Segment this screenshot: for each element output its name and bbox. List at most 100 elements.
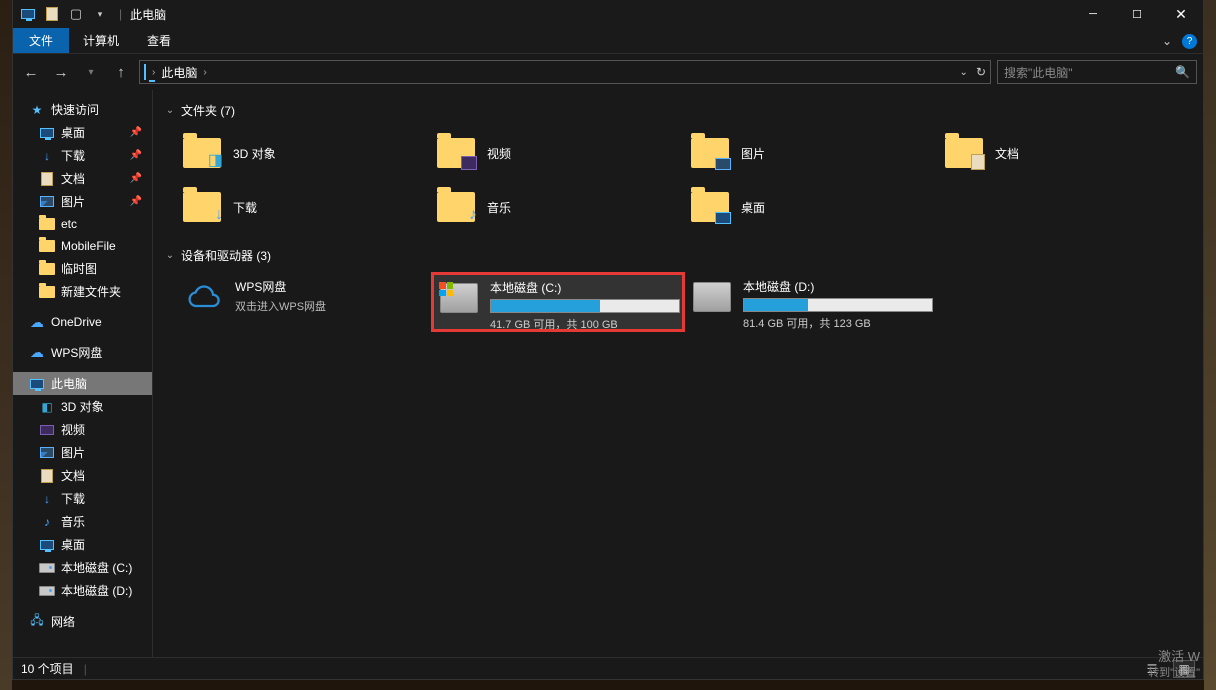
window-title: 此电脑 xyxy=(126,6,166,23)
folder-icon xyxy=(39,238,55,254)
minimize-button[interactable]: ─ xyxy=(1071,0,1115,28)
sidebar-quick-item[interactable]: 新建文件夹 xyxy=(13,280,152,303)
folder-icon xyxy=(39,261,55,277)
file-tab[interactable]: 文件 xyxy=(13,28,69,53)
drive-item[interactable]: 本地磁盘 (C:) 41.7 GB 可用，共 100 GB xyxy=(433,274,683,330)
sidebar-label: OneDrive xyxy=(51,315,102,329)
drive-item[interactable]: WPS网盘 双击进入WPS网盘 xyxy=(179,274,429,330)
folder-item[interactable]: ◨ 3D 对象 xyxy=(179,129,429,177)
folders-grid: ◨ 3D 对象 视频 图片 文档 ↓ 下载♪ 音乐 桌面 xyxy=(165,125,1191,241)
navigation-pane[interactable]: ★ 快速访问 桌面 📌↓ 下载 📌 文档 📌 图片 📌 etc MobileFi… xyxy=(13,90,153,657)
chevron-down-icon[interactable]: ⌄ xyxy=(165,105,175,116)
monitor-icon xyxy=(39,537,55,553)
sidebar-quick-access[interactable]: ★ 快速访问 xyxy=(13,98,152,121)
folder-item[interactable]: ♪ 音乐 xyxy=(433,183,683,231)
watermark-line2: 转到"设置" xyxy=(1148,666,1200,680)
folders-group-header[interactable]: ⌄ 文件夹 (7) xyxy=(165,96,1191,125)
down-icon: ↓ xyxy=(39,148,55,164)
sidebar-pc-item[interactable]: 视频 xyxy=(13,418,152,441)
sidebar-pc-item[interactable]: ♪ 音乐 xyxy=(13,510,152,533)
sidebar-quick-item[interactable]: 临时图 xyxy=(13,257,152,280)
crumb-separator-icon[interactable]: › xyxy=(152,67,155,78)
doc-icon xyxy=(39,468,55,484)
sidebar-item-label: 本地磁盘 (D:) xyxy=(61,582,132,599)
doc-icon xyxy=(39,171,55,187)
status-bar: 10 个项目 | ☰ ▦ xyxy=(13,657,1203,679)
back-button[interactable]: ← xyxy=(19,60,43,84)
ribbon-tabs: 文件 计算机 查看 ⌄ ? xyxy=(13,28,1203,54)
folder-label: 桌面 xyxy=(741,199,765,216)
crumb-separator-icon[interactable]: › xyxy=(203,67,206,78)
sidebar-pc-item[interactable]: 桌面 xyxy=(13,533,152,556)
folder-item[interactable]: 视频 xyxy=(433,129,683,177)
sidebar-onedrive[interactable]: ☁ OneDrive xyxy=(13,311,152,333)
refresh-icon[interactable]: ↻ xyxy=(976,65,986,79)
folder-icon xyxy=(691,192,729,222)
sidebar-quick-item[interactable]: ↓ 下载 📌 xyxy=(13,144,152,167)
address-bar[interactable]: › 此电脑 › ⌄ ↻ xyxy=(139,60,991,84)
folder-icon xyxy=(691,138,729,168)
sidebar-wps[interactable]: ☁ WPS网盘 xyxy=(13,341,152,364)
ribbon-collapse-icon[interactable]: ⌄ xyxy=(1162,34,1172,48)
sidebar-pc-item[interactable]: 图片 xyxy=(13,441,152,464)
maximize-button[interactable]: ☐ xyxy=(1115,0,1159,28)
chevron-down-icon[interactable]: ⌄ xyxy=(165,250,175,261)
pushpin-icon: 📌 xyxy=(130,150,142,161)
sidebar-pc-item[interactable]: 本地磁盘 (D:) xyxy=(13,579,152,602)
view-tab[interactable]: 查看 xyxy=(133,28,185,53)
folder-item[interactable]: ↓ 下载 xyxy=(179,183,429,231)
sidebar-pc-item[interactable]: 文档 xyxy=(13,464,152,487)
pic-icon xyxy=(39,194,55,210)
sidebar-network[interactable]: 🖧 网络 xyxy=(13,610,152,633)
qat-dropdown[interactable]: ▾ xyxy=(91,5,109,23)
forward-button[interactable]: → xyxy=(49,60,73,84)
sidebar-quick-item[interactable]: 文档 📌 xyxy=(13,167,152,190)
folder-icon xyxy=(437,138,475,168)
sidebar-this-pc[interactable]: 此电脑 xyxy=(13,372,152,395)
sidebar-label: 快速访问 xyxy=(51,101,99,118)
pushpin-icon: 📌 xyxy=(130,196,142,207)
pushpin-icon: 📌 xyxy=(130,127,142,138)
recent-locations-button[interactable]: ▾ xyxy=(79,60,103,84)
sidebar-quick-item[interactable]: 图片 📌 xyxy=(13,190,152,213)
close-button[interactable]: ✕ xyxy=(1159,0,1203,28)
breadcrumb-this-pc[interactable]: 此电脑 xyxy=(161,64,197,81)
monitor-icon xyxy=(29,376,45,392)
folder-label: 视频 xyxy=(487,145,511,162)
cube-icon: ◧ xyxy=(39,399,55,415)
folder-item[interactable]: 文档 xyxy=(941,129,1191,177)
pushpin-icon: 📌 xyxy=(130,173,142,184)
star-icon: ★ xyxy=(29,102,45,118)
body: ★ 快速访问 桌面 📌↓ 下载 📌 文档 📌 图片 📌 etc MobileFi… xyxy=(13,90,1203,657)
sidebar-label: 网络 xyxy=(51,613,75,630)
content-scroll[interactable]: ⌄ 文件夹 (7) ◨ 3D 对象 视频 图片 文档 ↓ 下载♪ 音乐 桌面 ⌄ … xyxy=(153,90,1203,657)
sidebar-pc-item[interactable]: ◧ 3D 对象 xyxy=(13,395,152,418)
titlebar: ▢ ▾ | 此电脑 ─ ☐ ✕ xyxy=(13,0,1203,28)
sidebar-item-label: 桌面 xyxy=(61,536,85,553)
address-dropdown-icon[interactable]: ⌄ xyxy=(960,67,968,78)
drive-item[interactable]: 本地磁盘 (D:) 81.4 GB 可用，共 123 GB xyxy=(687,274,937,330)
up-button[interactable]: ↑ xyxy=(109,60,133,84)
drive-name: 本地磁盘 (C:) xyxy=(490,279,676,296)
sidebar-item-label: 新建文件夹 xyxy=(61,283,121,300)
search-box[interactable]: 搜索"此电脑" 🔍 xyxy=(997,60,1197,84)
computer-tab[interactable]: 计算机 xyxy=(69,28,133,53)
properties-icon[interactable] xyxy=(43,5,61,23)
capacity-bar xyxy=(743,298,933,312)
new-folder-icon[interactable]: ▢ xyxy=(67,5,85,23)
drives-group-header[interactable]: ⌄ 设备和驱动器 (3) xyxy=(165,241,1191,270)
sidebar-quick-item[interactable]: 桌面 📌 xyxy=(13,121,152,144)
sidebar-item-label: 图片 xyxy=(61,444,85,461)
drive-status: 41.7 GB 可用，共 100 GB xyxy=(490,316,676,332)
sidebar-pc-item[interactable]: ↓ 下载 xyxy=(13,487,152,510)
folder-item[interactable]: 桌面 xyxy=(687,183,937,231)
folder-item[interactable]: 图片 xyxy=(687,129,937,177)
sidebar-quick-item[interactable]: MobileFile xyxy=(13,235,152,257)
help-icon[interactable]: ? xyxy=(1182,34,1197,49)
search-icon[interactable]: 🔍 xyxy=(1175,65,1190,79)
cloud-icon: ☁ xyxy=(29,345,45,361)
sidebar-item-label: 本地磁盘 (C:) xyxy=(61,559,132,576)
sidebar-pc-item[interactable]: 本地磁盘 (C:) xyxy=(13,556,152,579)
navigation-bar: ← → ▾ ↑ › 此电脑 › ⌄ ↻ 搜索"此电脑" 🔍 xyxy=(13,54,1203,90)
sidebar-quick-item[interactable]: etc xyxy=(13,213,152,235)
